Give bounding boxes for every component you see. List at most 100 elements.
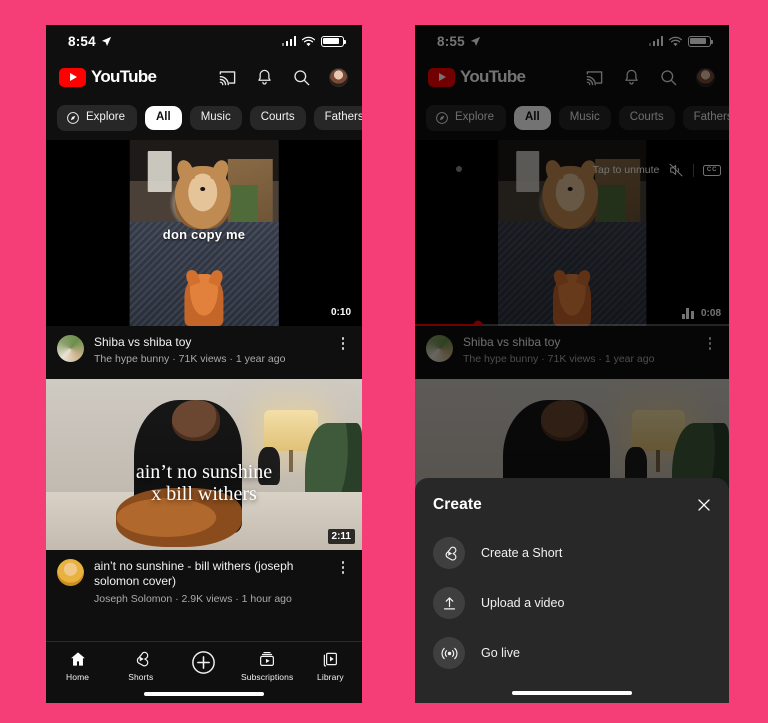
tap-to-unmute-label[interactable]: Tap to unmute: [593, 164, 660, 176]
chip-all[interactable]: All: [145, 106, 182, 130]
scene-door: [147, 151, 172, 193]
broadcast-glyph: [440, 647, 458, 659]
channel-avatar[interactable]: [57, 335, 84, 362]
youtube-logo[interactable]: YouTube: [59, 67, 157, 87]
search-icon[interactable]: [659, 68, 678, 87]
video-meta-line: The hype bunny · 71K views · 1 year ago: [94, 353, 286, 366]
video-frame-content-2: ain’t no sunshine x bill withers: [46, 379, 362, 550]
status-time: 8:54: [68, 33, 96, 49]
video-progress-bar[interactable]: [415, 320, 729, 326]
video-caption-overlay-2: ain’t no sunshine x bill withers: [46, 461, 362, 506]
notifications-bell-icon[interactable]: [622, 68, 641, 87]
chip-explore[interactable]: Explore: [57, 105, 137, 131]
scene-shiba-dog: [174, 166, 231, 230]
nav-item-home[interactable]: Home: [48, 650, 108, 682]
nav-item-shorts[interactable]: Shorts: [111, 650, 171, 682]
nav-label: Subscriptions: [240, 672, 294, 682]
video-title: ain’t no sunshine - bill withers (joseph…: [94, 559, 294, 589]
chip-label: Fathers: [324, 111, 362, 124]
chip-label: Fathers: [693, 111, 729, 124]
app-bar-actions: [218, 67, 348, 87]
library-icon: [324, 652, 338, 667]
scene-box-green: [230, 184, 258, 222]
chip-music[interactable]: Music: [189, 106, 242, 130]
video-player[interactable]: Tap to unmute CC 0:08: [415, 140, 729, 326]
video-player-card[interactable]: Tap to unmute CC 0:08 Shiba vs shiba toy…: [415, 140, 729, 379]
chip-fathers[interactable]: Fathers: [682, 106, 729, 130]
video-meta-playing[interactable]: Shiba vs shiba toy The hype bunny · 71K …: [415, 326, 729, 379]
video-duration-badge: 2:11: [327, 529, 355, 544]
shorts-icon: [136, 651, 149, 667]
chip-music[interactable]: Music: [558, 106, 611, 130]
video-more-menu-icon[interactable]: [703, 335, 717, 350]
nav-item-create[interactable]: [174, 650, 234, 679]
scene-box-green: [598, 184, 626, 222]
video-card-1[interactable]: don copy me 0:10 Shiba vs shiba toy The …: [46, 140, 362, 379]
chip-label: All: [156, 111, 171, 124]
video-meta-2[interactable]: ain’t no sunshine - bill withers (joseph…: [46, 550, 362, 618]
video-thumbnail-1[interactable]: don copy me 0:10: [46, 140, 362, 326]
create-sheet-header: Create: [415, 492, 729, 518]
audio-equalizer-icon: [681, 308, 694, 319]
create-item-label: Create a Short: [481, 546, 563, 560]
chips-row-right[interactable]: Explore All Music Courts Fathers: [415, 97, 729, 140]
chip-explore[interactable]: Explore: [426, 105, 506, 131]
nav-item-subscriptions[interactable]: Subscriptions: [237, 650, 297, 682]
bottom-nav-divider: [46, 641, 362, 642]
youtube-wordmark: YouTube: [460, 67, 526, 86]
go-live-item[interactable]: Go live: [415, 628, 729, 678]
screenshot-stage: 8:54 YouTube Explore All Music Courts Fa…: [0, 0, 768, 723]
video-card-2[interactable]: ain’t no sunshine x bill withers 2:11 ai…: [46, 379, 362, 618]
video-text-block: Shiba vs shiba toy The hype bunny · 71K …: [463, 335, 693, 367]
cellular-bars-icon: [281, 36, 296, 46]
channel-avatar[interactable]: [57, 559, 84, 586]
caption-line-1: ain’t no sunshine: [135, 461, 273, 484]
home-icon: [70, 652, 85, 666]
controls-separator: [693, 163, 695, 177]
progress-scrubber-knob[interactable]: [473, 320, 483, 326]
search-icon[interactable]: [292, 68, 311, 87]
scene-musician-head: [172, 399, 220, 441]
bottom-nav-left[interactable]: Home Shorts Subscriptions Library: [46, 641, 362, 703]
account-avatar[interactable]: [329, 67, 348, 87]
caption-line-2: x bill withers: [151, 483, 257, 506]
location-arrow-icon: [101, 36, 111, 46]
status-bar-time-group: 8:55: [437, 34, 481, 49]
video-meta-1[interactable]: Shiba vs shiba toy The hype bunny · 71K …: [46, 326, 362, 379]
video-more-menu-icon[interactable]: [336, 335, 350, 350]
video-duration-badge: 0:10: [326, 305, 355, 320]
video-text-block: Shiba vs shiba toy The hype bunny · 71K …: [94, 335, 326, 367]
account-avatar[interactable]: [696, 67, 715, 87]
chip-fathers[interactable]: Fathers: [313, 106, 362, 130]
youtube-logo[interactable]: YouTube: [428, 67, 526, 87]
upload-glyph: [443, 596, 455, 609]
nav-item-library[interactable]: Library: [300, 650, 360, 682]
create-item-label: Upload a video: [481, 596, 565, 610]
cellular-bars-icon: [648, 36, 663, 46]
chip-label: Explore: [455, 111, 494, 124]
close-x-icon[interactable]: [696, 497, 712, 513]
video-more-menu-icon[interactable]: [336, 559, 350, 574]
chip-label: All: [525, 111, 540, 124]
video-meta-line: The hype bunny · 71K views · 1 year ago: [463, 353, 655, 366]
cast-icon[interactable]: [218, 68, 237, 87]
wifi-icon: [668, 36, 683, 46]
channel-avatar[interactable]: [426, 335, 453, 362]
nav-label: Home: [66, 672, 90, 682]
player-duration: 0:08: [700, 308, 721, 319]
closed-captions-icon[interactable]: CC: [703, 164, 721, 176]
create-a-short-item[interactable]: Create a Short: [415, 528, 729, 578]
chip-all[interactable]: All: [514, 106, 551, 130]
video-thumbnail-2[interactable]: ain’t no sunshine x bill withers 2:11: [46, 379, 362, 550]
chips-row-left[interactable]: Explore All Music Courts Fathers: [46, 97, 362, 140]
muted-speaker-icon[interactable]: [668, 162, 684, 178]
scene-shiba-toy: [552, 273, 592, 326]
scene-door: [515, 151, 540, 193]
notifications-bell-icon[interactable]: [255, 68, 274, 87]
chip-courts[interactable]: Courts: [249, 106, 306, 130]
chip-courts[interactable]: Courts: [618, 106, 675, 130]
cast-icon[interactable]: [585, 68, 604, 87]
compass-icon: [436, 112, 448, 124]
chip-label: Courts: [260, 111, 295, 124]
upload-a-video-item[interactable]: Upload a video: [415, 578, 729, 628]
